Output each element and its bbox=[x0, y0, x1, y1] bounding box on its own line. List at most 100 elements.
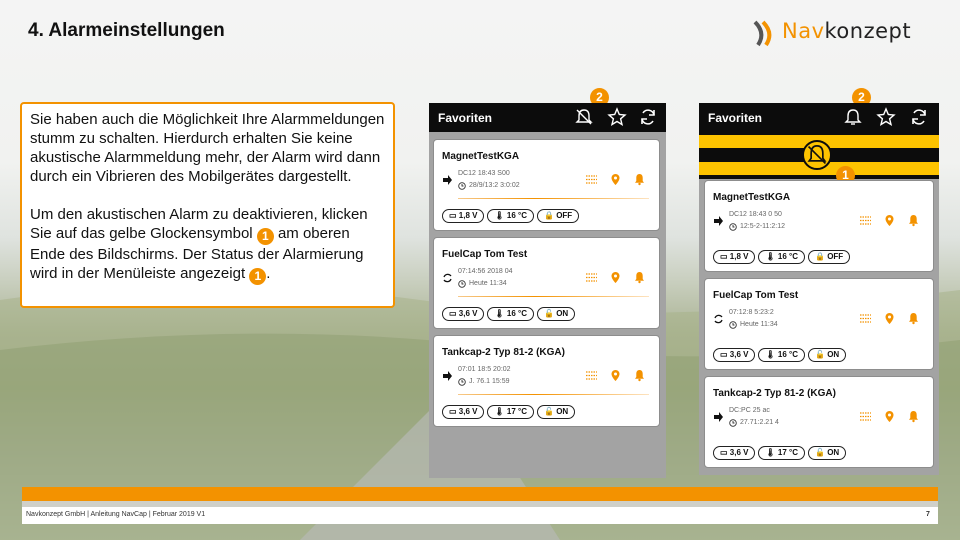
battery-pill: ▭ 3,6 V bbox=[713, 348, 756, 362]
navkonzept-logo: Navkonzept bbox=[752, 19, 942, 47]
card-time-line: 12:5-2-11:2:12 bbox=[740, 223, 786, 230]
card-status-pills: ▭ 1,8 V 🌡 16 °C 🔒 OFF bbox=[442, 209, 582, 227]
battery-icon: ▭ bbox=[720, 350, 728, 359]
card-divider bbox=[458, 394, 649, 395]
favorite-card[interactable]: FuelCap Tom Test 07:14:56 2018 04 Heute … bbox=[433, 237, 660, 329]
battery-value: 3,6 V bbox=[458, 309, 478, 318]
battery-icon: ▭ bbox=[449, 309, 457, 318]
lock-open-icon: 🔓 bbox=[543, 309, 554, 318]
refresh-icon[interactable] bbox=[638, 107, 658, 127]
list-icon[interactable] bbox=[585, 173, 598, 186]
list-icon[interactable] bbox=[585, 271, 598, 284]
arrow-right-icon bbox=[443, 175, 452, 185]
favorite-card[interactable]: MagnetTestKGA DC12 18:43 S00 28/9/13:2 3… bbox=[433, 139, 660, 231]
battery-pill: ▭ 3,6 V bbox=[442, 405, 485, 419]
battery-icon: ▭ bbox=[449, 407, 457, 416]
lock-pill: 🔓 ON bbox=[807, 348, 847, 362]
list-icon[interactable] bbox=[585, 369, 598, 382]
logo-prefix: Nav bbox=[782, 19, 825, 43]
card-name: FuelCap Tom Test bbox=[713, 290, 799, 301]
battery-icon: ▭ bbox=[720, 252, 728, 261]
temperature-value: 16 °C bbox=[506, 211, 527, 220]
battery-pill: ▭ 1,8 V bbox=[713, 250, 756, 264]
thermometer-icon: 🌡 bbox=[765, 448, 776, 457]
card-name: MagnetTestKGA bbox=[442, 151, 520, 162]
card-actions bbox=[859, 312, 921, 326]
card-divider bbox=[458, 296, 649, 297]
favorite-card[interactable]: Tankcap-2 Typ 81-2 (KGA) DC:PC 25 ac 27.… bbox=[704, 376, 934, 468]
lock-pill: 🔓 ON bbox=[536, 405, 576, 419]
location-pin-icon[interactable] bbox=[883, 214, 896, 227]
card-time-line: Heute 11:34 bbox=[740, 321, 778, 328]
lock-pill: 🔓 ON bbox=[807, 446, 847, 460]
bell-muted-icon[interactable] bbox=[574, 107, 594, 127]
slide-title: 4. Alarmeinstellungen bbox=[28, 20, 225, 41]
arrow-right-icon bbox=[714, 216, 723, 226]
lock-open-icon: 🔓 bbox=[543, 407, 554, 416]
clock-icon bbox=[729, 419, 737, 427]
bell-icon[interactable] bbox=[843, 107, 863, 127]
temperature-pill: 🌡 16 °C bbox=[758, 250, 805, 264]
temperature-pill: 🌡 16 °C bbox=[758, 348, 805, 362]
card-actions bbox=[585, 369, 647, 383]
bell-icon[interactable] bbox=[907, 214, 920, 227]
location-pin-icon[interactable] bbox=[883, 312, 896, 325]
star-icon[interactable] bbox=[876, 107, 896, 127]
card-time-line: Heute 11:34 bbox=[469, 280, 507, 287]
bell-icon[interactable] bbox=[633, 271, 646, 284]
favorite-card[interactable]: FuelCap Tom Test 07:12:8 5:23:2 Heute 11… bbox=[704, 278, 934, 370]
bell-muted-icon bbox=[807, 145, 827, 165]
card-id-line: DC12 18:43 S00 bbox=[458, 170, 510, 177]
star-icon[interactable] bbox=[607, 107, 627, 127]
favorite-card[interactable]: MagnetTestKGA DC12 18:43 0 50 12:5-2-11:… bbox=[704, 180, 934, 272]
step-badge-1: 1 bbox=[256, 228, 274, 245]
bell-icon[interactable] bbox=[907, 410, 920, 423]
thermometer-icon: 🌡 bbox=[494, 309, 505, 318]
refresh-icon[interactable] bbox=[909, 107, 929, 127]
clock-icon bbox=[458, 378, 466, 386]
thermometer-icon: 🌡 bbox=[494, 407, 505, 416]
muted-bell-button[interactable] bbox=[802, 140, 832, 170]
card-id-line: DC:PC 25 ac bbox=[729, 407, 770, 414]
arrow-right-icon bbox=[443, 371, 452, 381]
list-icon[interactable] bbox=[859, 410, 872, 423]
app-header: Favoriten bbox=[699, 103, 939, 132]
card-status-pills: ▭ 3,6 V 🌡 16 °C 🔓 ON bbox=[713, 348, 849, 366]
thermometer-icon: 🌡 bbox=[494, 211, 505, 220]
temperature-value: 16 °C bbox=[506, 309, 527, 318]
card-actions bbox=[859, 410, 921, 424]
arrow-right-icon bbox=[714, 412, 723, 422]
lock-status: ON bbox=[827, 448, 840, 457]
bell-icon[interactable] bbox=[907, 312, 920, 325]
thermometer-icon: 🌡 bbox=[765, 350, 776, 359]
lock-status: ON bbox=[556, 309, 569, 318]
bell-icon[interactable] bbox=[633, 173, 646, 186]
phone-screen-muted-off: Favoriten MagnetTestKGA DC12 18:43 S00 2… bbox=[429, 103, 666, 478]
location-pin-icon[interactable] bbox=[609, 369, 622, 382]
info-paragraph-2: Um den akustischen Alarm zu deaktivieren… bbox=[30, 205, 385, 285]
card-actions bbox=[859, 214, 921, 228]
bell-icon[interactable] bbox=[633, 369, 646, 382]
lock-status: OFF bbox=[556, 211, 573, 220]
alarm-muted-banner[interactable]: 1 bbox=[699, 132, 939, 185]
battery-icon: ▭ bbox=[449, 211, 457, 220]
card-name: Tankcap-2 Typ 81-2 (KGA) bbox=[442, 347, 565, 358]
battery-pill: ▭ 1,8 V bbox=[442, 209, 485, 223]
clock-icon bbox=[729, 321, 737, 329]
battery-value: 1,8 V bbox=[458, 211, 478, 220]
card-time-line: J. 76.1 15:59 bbox=[469, 378, 510, 385]
phone-screen-muted-on: Favoriten 1 MagnetTestKGA DC12 18:43 0 5… bbox=[699, 103, 939, 475]
lock-pill: 🔒 OFF bbox=[807, 250, 851, 264]
location-pin-icon[interactable] bbox=[609, 173, 622, 186]
location-pin-icon[interactable] bbox=[883, 410, 896, 423]
temperature-pill: 🌡 16 °C bbox=[487, 307, 534, 321]
temperature-value: 16 °C bbox=[777, 350, 798, 359]
favorite-card[interactable]: Tankcap-2 Typ 81-2 (KGA) 07:01 18:5 20:0… bbox=[433, 335, 660, 427]
list-icon[interactable] bbox=[859, 312, 872, 325]
location-pin-icon[interactable] bbox=[609, 271, 622, 284]
temperature-value: 17 °C bbox=[777, 448, 798, 457]
list-icon[interactable] bbox=[859, 214, 872, 227]
info-box: Sie haben auch die Möglichkeit Ihre Alar… bbox=[20, 102, 395, 308]
app-header: Favoriten bbox=[429, 103, 666, 132]
footer-text: Navkonzept GmbH | Anleitung NavCap | Feb… bbox=[26, 511, 206, 518]
